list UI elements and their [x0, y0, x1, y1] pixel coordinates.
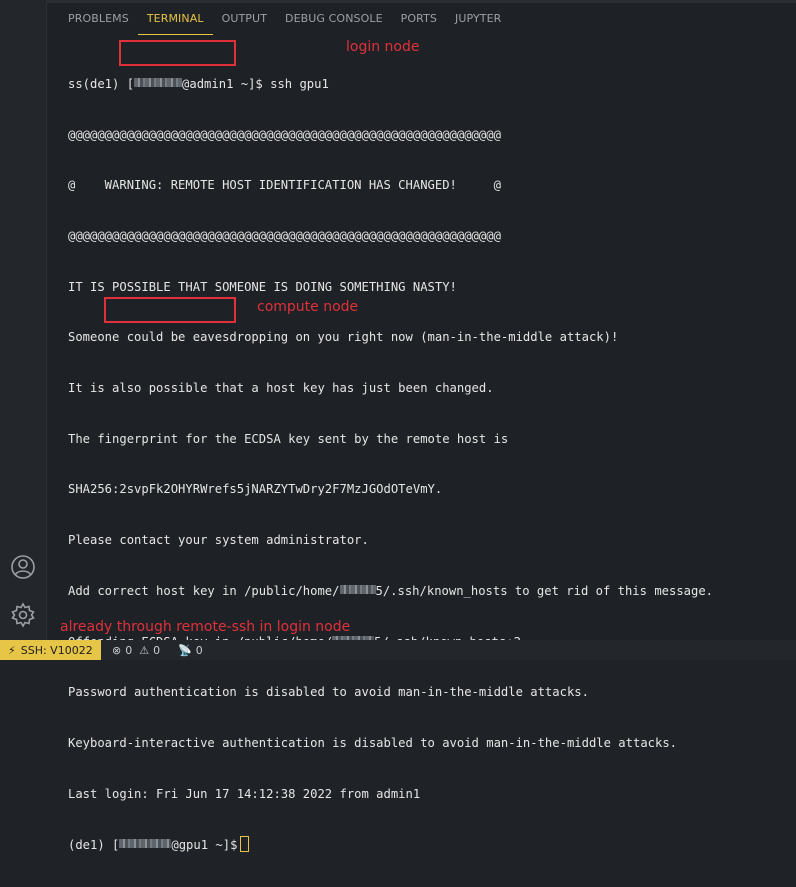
tab-output[interactable]: OUTPUT [213, 8, 276, 34]
ports-status[interactable]: 📡 0 [178, 640, 203, 660]
broadcast-icon: 📡 [178, 643, 192, 657]
redacted-username [119, 839, 172, 849]
login-node-highlight [119, 40, 236, 66]
terminal-prompt: (de1) [@gpu1 ~]$ [68, 836, 788, 853]
terminal-line: IT IS POSSIBLE THAT SOMEONE IS DOING SOM… [68, 279, 457, 294]
account-icon[interactable] [9, 553, 37, 581]
terminal-line: Someone could be eavesdropping on you ri… [68, 330, 619, 345]
panel-tabs: PROBLEMS TERMINAL OUTPUT DEBUG CONSOLE P… [59, 8, 510, 35]
tab-terminal[interactable]: TERMINAL [137, 8, 213, 35]
tab-jupyter[interactable]: JUPYTER [446, 8, 510, 34]
login-node-annotation: login node [346, 39, 420, 55]
terminal-line: Please contact your system administrator… [68, 533, 369, 548]
remote-indicator[interactable]: ⚡ SSH: V10022 [0, 640, 101, 660]
terminal-line: @ WARNING: REMOTE HOST IDENTIFICATION HA… [68, 178, 501, 193]
editor-tab-strip [47, 0, 796, 3]
terminal-output[interactable]: ss(de1) [@admin1 ~]$ ssh gpu1 @@@@@@@@@@… [68, 42, 788, 887]
remote-icon: ⚡ [8, 643, 16, 657]
terminal-line: @@@@@@@@@@@@@@@@@@@@@@@@@@@@@@@@@@@@@@@@… [68, 127, 501, 142]
terminal-panel: PROBLEMS TERMINAL OUTPUT DEBUG CONSOLE P… [46, 0, 796, 853]
terminal-line: SHA256:2svpFk2OHYRWrefs5jNARZYTwDry2F7Mz… [68, 482, 443, 497]
compute-node-annotation: compute node [257, 299, 359, 315]
terminal-line: Keyboard-interactive authentication is d… [68, 735, 678, 750]
warning-icon: ⚠ [139, 643, 150, 657]
tab-debug-console[interactable]: DEBUG CONSOLE [276, 8, 392, 34]
terminal-line: It is also possible that a host key has … [68, 381, 494, 396]
terminal-line: @@@@@@@@@@@@@@@@@@@@@@@@@@@@@@@@@@@@@@@@… [68, 228, 501, 243]
terminal-line: Last login: Fri Jun 17 14:12:38 2022 fro… [68, 786, 421, 801]
tab-ports[interactable]: PORTS [392, 8, 446, 34]
problems-status[interactable]: ⊗ 0 ⚠ 0 [112, 640, 160, 660]
terminal-cursor [240, 836, 250, 853]
terminal-line: ss(de1) [@admin1 ~]$ ssh gpu1 [68, 76, 329, 91]
footer-annotation: already through remote-ssh in login node [60, 619, 351, 635]
gear-icon[interactable] [9, 601, 37, 629]
activity-bar [0, 0, 46, 640]
tab-problems[interactable]: PROBLEMS [59, 8, 138, 34]
status-bar: ⚡ SSH: V10022 ⊗ 0 ⚠ 0 📡 0 [0, 640, 796, 660]
error-icon: ⊗ [112, 643, 122, 657]
terminal-line: The fingerprint for the ECDSA key sent b… [68, 431, 509, 446]
redacted-username [339, 584, 376, 594]
compute-node-highlight [104, 297, 236, 323]
redacted-username [134, 77, 183, 87]
terminal-line: Add correct host key in /public/home/5/.… [68, 583, 714, 598]
terminal-line: Password authentication is disabled to a… [68, 685, 589, 700]
